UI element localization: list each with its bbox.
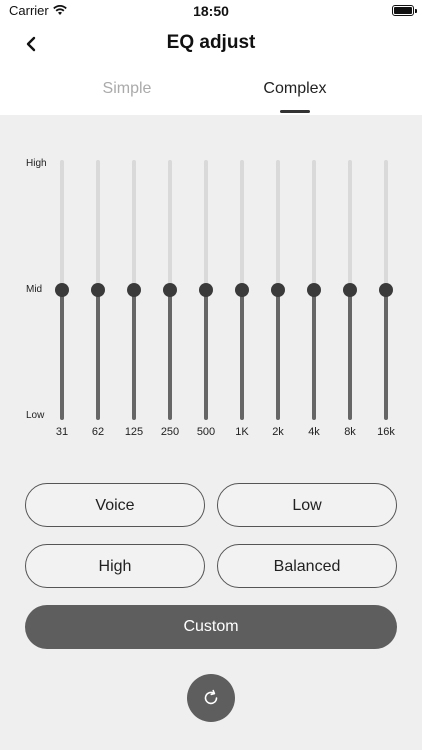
slider-fill — [276, 290, 280, 420]
tab-indicator — [280, 110, 310, 113]
freq-label: 250 — [160, 426, 180, 438]
eq-slider[interactable] — [338, 160, 362, 420]
eq-slider[interactable] — [230, 160, 254, 420]
slider-fill — [96, 290, 100, 420]
slider-fill — [312, 290, 316, 420]
slider-thumb[interactable] — [307, 283, 321, 297]
tab-simple[interactable]: Simple — [57, 80, 197, 98]
battery-icon — [392, 5, 417, 16]
freq-label: 8k — [344, 426, 356, 438]
eq-slider[interactable] — [122, 160, 146, 420]
eq-slider[interactable] — [302, 160, 326, 420]
freq-label: 2k — [272, 426, 284, 438]
slider-thumb[interactable] — [55, 283, 69, 297]
slider-fill — [240, 290, 244, 420]
freq-label: 1K — [235, 426, 249, 438]
freq-label: 500 — [196, 426, 216, 438]
preset-balanced-button[interactable]: Balanced — [217, 544, 397, 588]
slider-thumb[interactable] — [91, 283, 105, 297]
slider-thumb[interactable] — [199, 283, 213, 297]
slider-fill — [348, 290, 352, 420]
slider-thumb[interactable] — [235, 283, 249, 297]
eq-slider[interactable] — [50, 160, 74, 420]
nav-bar: EQ adjust — [0, 24, 422, 64]
slider-fill — [204, 290, 208, 420]
slider-thumb[interactable] — [343, 283, 357, 297]
eq-slider[interactable] — [194, 160, 218, 420]
level-label-low: Low — [26, 410, 45, 421]
reset-button[interactable] — [187, 674, 235, 722]
freq-label: 62 — [91, 426, 105, 438]
slider-thumb[interactable] — [271, 283, 285, 297]
freq-label: 31 — [55, 426, 69, 438]
slider-thumb[interactable] — [127, 283, 141, 297]
preset-custom-button[interactable]: Custom — [25, 605, 397, 649]
slider-fill — [60, 290, 64, 420]
level-label-mid: Mid — [26, 284, 43, 295]
slider-thumb[interactable] — [379, 283, 393, 297]
status-time: 18:50 — [193, 3, 229, 19]
slider-fill — [168, 290, 172, 420]
freq-label: 125 — [124, 426, 144, 438]
status-bar: Carrier 18:50 — [0, 0, 422, 24]
eq-slider[interactable] — [86, 160, 110, 420]
tab-complex[interactable]: Complex — [225, 80, 365, 98]
slider-fill — [384, 290, 388, 420]
freq-label: 16k — [377, 426, 395, 438]
eq-slider[interactable] — [374, 160, 398, 420]
preset-voice-button[interactable]: Voice — [25, 483, 205, 527]
preset-low-button[interactable]: Low — [217, 483, 397, 527]
tab-bar: Simple Complex — [0, 76, 422, 116]
page-title: EQ adjust — [166, 32, 256, 53]
preset-high-button[interactable]: High — [25, 544, 205, 588]
slider-fill — [132, 290, 136, 420]
level-label-high: High — [26, 158, 47, 169]
eq-slider[interactable] — [158, 160, 182, 420]
slider-thumb[interactable] — [163, 283, 177, 297]
freq-label: 4k — [308, 426, 320, 438]
eq-slider[interactable] — [266, 160, 290, 420]
